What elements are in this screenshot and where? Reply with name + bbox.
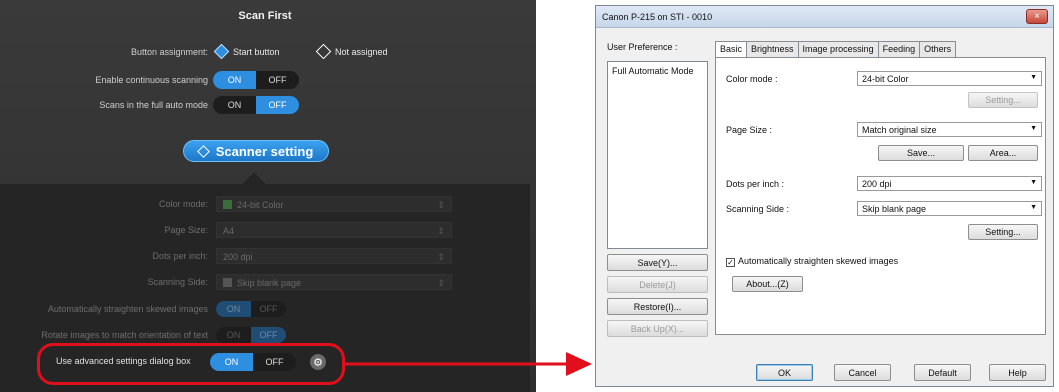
- default-button[interactable]: Default: [914, 364, 971, 381]
- page-size-select[interactable]: Match original size ▼: [857, 122, 1042, 137]
- area-button[interactable]: Area...: [968, 145, 1038, 161]
- user-preference-label: User Preference :: [607, 42, 678, 52]
- color-mode-select[interactable]: 24-bit Color ▼: [857, 71, 1042, 86]
- user-preference-list[interactable]: Full Automatic Mode: [607, 61, 708, 249]
- straighten-label: Automatically straighten skewed images: [738, 256, 899, 266]
- close-icon[interactable]: ×: [1026, 9, 1048, 24]
- cancel-button[interactable]: Cancel: [834, 364, 891, 381]
- straighten-checkbox[interactable]: ✓ Automatically straighten skewed images: [726, 256, 898, 267]
- backup-preference-button[interactable]: Back Up(X)...: [607, 320, 708, 337]
- ok-button[interactable]: OK: [756, 364, 813, 381]
- tab-image-processing[interactable]: Image processing: [797, 41, 879, 57]
- dropdown-arrow-icon: ▼: [1030, 125, 1037, 132]
- list-item[interactable]: Full Automatic Mode: [612, 66, 703, 76]
- dropdown-arrow-icon: ▼: [1030, 179, 1037, 186]
- tab-others[interactable]: Others: [919, 41, 957, 57]
- tab-feeding[interactable]: Feeding: [877, 41, 921, 57]
- basic-tab-pane: Color mode : 24-bit Color ▼ Setting... Pa…: [715, 57, 1046, 335]
- delete-preference-button[interactable]: Delete(J): [607, 276, 708, 293]
- checkbox-check-icon: ✓: [726, 258, 735, 267]
- save-page-size-button[interactable]: Save...: [878, 145, 964, 161]
- color-mode-label: Color mode :: [726, 74, 778, 84]
- restore-preference-button[interactable]: Restore(I)...: [607, 298, 708, 315]
- scanning-side-label: Scanning Side :: [726, 204, 790, 214]
- help-button[interactable]: Help: [989, 364, 1046, 381]
- dropdown-arrow-icon: ▼: [1030, 204, 1037, 211]
- tab-strip: Basic Brightness Image processing Feedin…: [715, 41, 957, 57]
- tab-brightness[interactable]: Brightness: [746, 41, 799, 57]
- scanning-side-setting-button[interactable]: Setting...: [968, 224, 1038, 240]
- about-button[interactable]: About...(Z): [732, 276, 803, 292]
- dpi-select[interactable]: 200 dpi ▼: [857, 176, 1042, 191]
- save-preference-button[interactable]: Save(Y)...: [607, 254, 708, 271]
- page-size-label: Page Size :: [726, 125, 773, 135]
- color-setting-button[interactable]: Setting...: [968, 92, 1038, 108]
- canon-settings-dialog: Canon P-215 on STI - 0010 × User Prefere…: [595, 5, 1054, 387]
- dropdown-arrow-icon: ▼: [1030, 74, 1037, 81]
- scanning-side-select[interactable]: Skip blank page ▼: [857, 201, 1042, 216]
- tab-basic[interactable]: Basic: [715, 41, 748, 57]
- arrow-head-icon: [566, 352, 592, 376]
- dpi-label: Dots per inch :: [726, 179, 785, 189]
- dialog-title: Canon P-215 on STI - 0010: [602, 12, 713, 22]
- title-bar: Canon P-215 on STI - 0010 ×: [596, 6, 1053, 28]
